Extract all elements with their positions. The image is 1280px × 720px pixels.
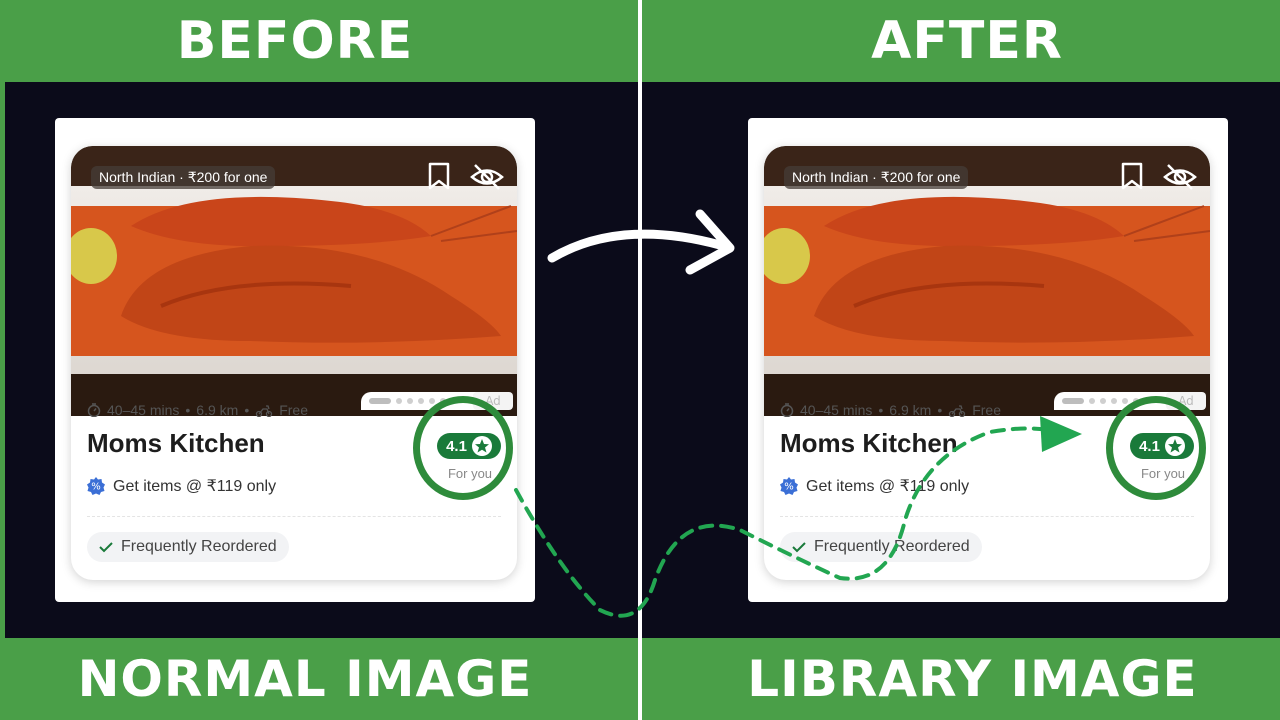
scooter-icon [256,405,273,417]
timer-icon [87,403,101,417]
offer-badge-icon: % [780,477,798,495]
meta-separator: • [185,402,191,418]
center-divider [638,0,642,720]
carousel-dot[interactable] [1089,398,1095,404]
frequently-reordered-chip: Frequently Reordered [780,532,982,562]
svg-text:%: % [91,482,101,493]
before-panel: North Indian · ₹200 for one Ad 40–45 min… [55,118,535,602]
offer-badge-icon: % [87,477,105,495]
meta-separator: • [244,402,250,418]
check-icon [792,542,806,553]
food-image[interactable]: North Indian · ₹200 for one Ad [764,146,1210,416]
library-image-label: LIBRARY IMAGE [747,650,1198,708]
normal-image-label: NORMAL IMAGE [77,650,533,708]
delivery-time: 40–45 mins [800,402,873,418]
delivery-fee: Free [972,402,1002,418]
offer-text: Get items @ ₹119 only [806,478,970,495]
reorder-label: Frequently Reordered [121,538,277,555]
delivery-meta: 40–45 mins • 6.9 km • Free [780,402,1001,418]
before-label: BEFORE [176,11,414,71]
bookmark-icon[interactable] [1120,162,1144,190]
meta-separator: • [937,402,943,418]
cuisine-price-tag: North Indian · ₹200 for one [784,166,969,189]
card-divider [780,516,1194,517]
distance: 6.9 km [196,402,239,418]
reorder-label: Frequently Reordered [814,538,970,555]
delivery-fee: Free [279,402,309,418]
rating-highlight-circle [413,396,513,500]
offer-text: Get items @ ₹119 only [113,478,277,495]
card-divider [87,516,501,517]
restaurant-name[interactable]: Moms Kitchen [87,428,265,459]
left-edge-strip [0,82,5,638]
bookmark-icon[interactable] [427,162,451,190]
restaurant-name[interactable]: Moms Kitchen [780,428,958,459]
offer-line: % Get items @ ₹119 only [87,476,276,496]
after-label: AFTER [871,11,1063,71]
distance: 6.9 km [889,402,932,418]
carousel-dot[interactable] [396,398,402,404]
carousel-dot[interactable] [407,398,413,404]
delivery-time: 40–45 mins [107,402,180,418]
check-icon [99,542,113,553]
food-image[interactable]: North Indian · ₹200 for one Ad [71,146,517,416]
timer-icon [780,403,794,417]
hide-eye-icon[interactable] [469,162,505,192]
restaurant-card[interactable]: North Indian · ₹200 for one Ad 40–45 min… [764,146,1210,580]
hide-eye-icon[interactable] [1162,162,1198,192]
cuisine-price-tag: North Indian · ₹200 for one [91,166,276,189]
restaurant-card[interactable]: North Indian · ₹200 for one Ad 40–45 min… [71,146,517,580]
svg-text:%: % [784,482,794,493]
carousel-dot[interactable] [429,398,435,404]
carousel-dot-active[interactable] [1062,398,1084,404]
delivery-meta: 40–45 mins • 6.9 km • Free [87,402,308,418]
carousel-dot-active[interactable] [369,398,391,404]
after-panel: North Indian · ₹200 for one Ad 40–45 min… [748,118,1228,602]
carousel-dot[interactable] [418,398,424,404]
meta-separator: • [878,402,884,418]
frequently-reordered-chip: Frequently Reordered [87,532,289,562]
offer-line: % Get items @ ₹119 only [780,476,969,496]
carousel-dot[interactable] [1122,398,1128,404]
carousel-dot[interactable] [1100,398,1106,404]
carousel-dot[interactable] [1111,398,1117,404]
scooter-icon [949,405,966,417]
rating-highlight-circle [1106,396,1206,500]
